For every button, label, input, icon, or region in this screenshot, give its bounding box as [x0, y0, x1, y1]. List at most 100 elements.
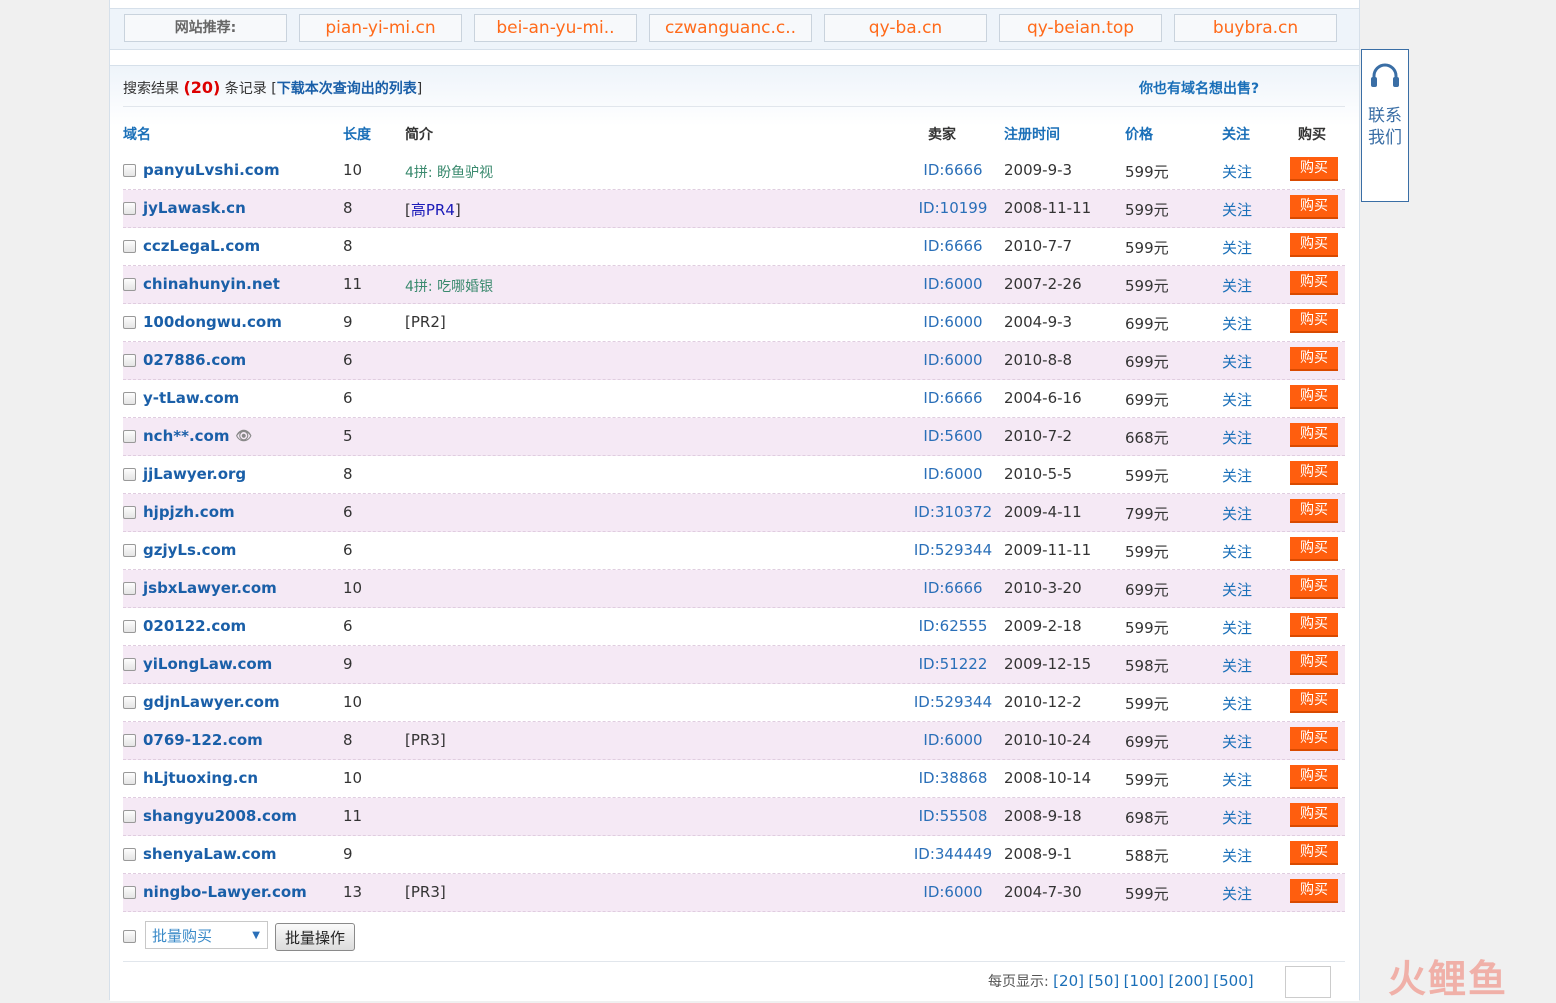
follow-link[interactable]: 关注: [1222, 693, 1252, 714]
follow-link[interactable]: 关注: [1222, 351, 1252, 372]
follow-link[interactable]: 关注: [1222, 503, 1252, 524]
domain-link[interactable]: gdjnLawyer.com: [143, 693, 280, 711]
recommend-site-link[interactable]: buybra.cn: [1174, 14, 1337, 42]
row-checkbox[interactable]: [123, 278, 136, 291]
follow-link[interactable]: 关注: [1222, 617, 1252, 638]
eye-icon[interactable]: 👁: [235, 429, 252, 444]
row-checkbox[interactable]: [123, 772, 136, 785]
buy-button[interactable]: 购买: [1290, 499, 1338, 523]
follow-link[interactable]: 关注: [1222, 389, 1252, 410]
header-length[interactable]: 长度: [343, 124, 371, 144]
buy-button[interactable]: 购买: [1290, 309, 1338, 333]
domain-link[interactable]: shenyaLaw.com: [143, 845, 276, 863]
domain-link[interactable]: nch**.com 👁: [143, 427, 252, 445]
row-checkbox[interactable]: [123, 316, 136, 329]
follow-link[interactable]: 关注: [1222, 199, 1252, 220]
domain-link[interactable]: 0769-122.com: [143, 731, 263, 749]
recommend-site-link[interactable]: qy-beian.top: [999, 14, 1162, 42]
row-checkbox[interactable]: [123, 810, 136, 823]
follow-link[interactable]: 关注: [1222, 313, 1252, 334]
follow-link[interactable]: 关注: [1222, 541, 1252, 562]
follow-link[interactable]: 关注: [1222, 237, 1252, 258]
domain-link[interactable]: ningbo-Lawyer.com: [143, 883, 307, 901]
buy-button[interactable]: 购买: [1290, 461, 1338, 485]
domain-link[interactable]: 027886.com: [143, 351, 246, 369]
follow-link[interactable]: 关注: [1222, 655, 1252, 676]
buy-button[interactable]: 购买: [1290, 537, 1338, 561]
page-size-option[interactable]: [500]: [1213, 972, 1253, 990]
domain-link[interactable]: y-tLaw.com: [143, 389, 239, 407]
buy-button[interactable]: 购买: [1290, 803, 1338, 827]
row-checkbox[interactable]: [123, 430, 136, 443]
follow-link[interactable]: 关注: [1222, 427, 1252, 448]
download-list-link[interactable]: 下载本次查询出的列表: [277, 81, 417, 97]
row-checkbox[interactable]: [123, 696, 136, 709]
buy-button[interactable]: 购买: [1290, 157, 1338, 181]
recommend-site-link[interactable]: bei-an-yu-mi..: [474, 14, 637, 42]
page-size-option[interactable]: [50]: [1088, 972, 1119, 990]
header-domain[interactable]: 域名: [123, 124, 151, 144]
buy-button[interactable]: 购买: [1290, 727, 1338, 751]
follow-link[interactable]: 关注: [1222, 845, 1252, 866]
buy-button[interactable]: 购买: [1290, 233, 1338, 257]
row-checkbox[interactable]: [123, 886, 136, 899]
follow-link[interactable]: 关注: [1222, 731, 1252, 752]
buy-button[interactable]: 购买: [1290, 841, 1338, 865]
recommend-site-link[interactable]: qy-ba.cn: [824, 14, 987, 42]
page-size-option[interactable]: [20]: [1053, 972, 1084, 990]
row-checkbox[interactable]: [123, 620, 136, 633]
domain-link[interactable]: panyuLvshi.com: [143, 161, 280, 179]
batch-action-select[interactable]: 批量购买 ▼: [145, 921, 268, 949]
domain-link[interactable]: jsbxLawyer.com: [143, 579, 277, 597]
buy-button[interactable]: 购买: [1290, 651, 1338, 675]
domain-link[interactable]: shangyu2008.com: [143, 807, 297, 825]
buy-button[interactable]: 购买: [1290, 575, 1338, 599]
follow-link[interactable]: 关注: [1222, 883, 1252, 904]
domain-link[interactable]: 100dongwu.com: [143, 313, 282, 331]
row-checkbox[interactable]: [123, 582, 136, 595]
domain-link[interactable]: cczLegaL.com: [143, 237, 260, 255]
domain-link[interactable]: hjpjzh.com: [143, 503, 235, 521]
buy-button[interactable]: 购买: [1290, 689, 1338, 713]
row-checkbox[interactable]: [123, 392, 136, 405]
buy-button[interactable]: 购买: [1290, 195, 1338, 219]
domain-link[interactable]: jjLawyer.org: [143, 465, 246, 483]
domain-link[interactable]: yiLongLaw.com: [143, 655, 272, 673]
row-checkbox[interactable]: [123, 164, 136, 177]
buy-button[interactable]: 购买: [1290, 879, 1338, 903]
row-checkbox[interactable]: [123, 544, 136, 557]
page-size-input[interactable]: [1285, 966, 1331, 998]
recommend-site-link[interactable]: czwanguanc.c..: [649, 14, 812, 42]
domain-link[interactable]: 020122.com: [143, 617, 246, 635]
header-price[interactable]: 价格: [1125, 124, 1153, 144]
follow-link[interactable]: 关注: [1222, 769, 1252, 790]
recommend-site-link[interactable]: pian-yi-mi.cn: [299, 14, 462, 42]
row-checkbox[interactable]: [123, 734, 136, 747]
buy-button[interactable]: 购买: [1290, 347, 1338, 371]
header-regdate[interactable]: 注册时间: [1004, 124, 1060, 144]
follow-link[interactable]: 关注: [1222, 275, 1252, 296]
buy-button[interactable]: 购买: [1290, 423, 1338, 447]
domain-link[interactable]: chinahunyin.net: [143, 275, 280, 293]
row-checkbox[interactable]: [123, 202, 136, 215]
row-checkbox[interactable]: [123, 658, 136, 671]
follow-link[interactable]: 关注: [1222, 807, 1252, 828]
select-all-checkbox[interactable]: [123, 930, 136, 943]
domain-link[interactable]: hLjtuoxing.cn: [143, 769, 258, 787]
buy-button[interactable]: 购买: [1290, 613, 1338, 637]
domain-link[interactable]: gzjyLs.com: [143, 541, 236, 559]
buy-button[interactable]: 购买: [1290, 385, 1338, 409]
buy-button[interactable]: 购买: [1290, 271, 1338, 295]
page-size-option[interactable]: [200]: [1168, 972, 1208, 990]
page-size-option[interactable]: [100]: [1124, 972, 1164, 990]
follow-link[interactable]: 关注: [1222, 465, 1252, 486]
row-checkbox[interactable]: [123, 848, 136, 861]
contact-us-button[interactable]: 联系我们: [1361, 49, 1409, 202]
row-checkbox[interactable]: [123, 240, 136, 253]
follow-link[interactable]: 关注: [1222, 579, 1252, 600]
batch-operate-button[interactable]: 批量操作: [275, 923, 355, 951]
row-checkbox[interactable]: [123, 506, 136, 519]
follow-link[interactable]: 关注: [1222, 161, 1252, 182]
domain-link[interactable]: jyLawask.cn: [143, 199, 246, 217]
sell-domain-link[interactable]: 你也有域名想出售?: [1139, 78, 1259, 98]
